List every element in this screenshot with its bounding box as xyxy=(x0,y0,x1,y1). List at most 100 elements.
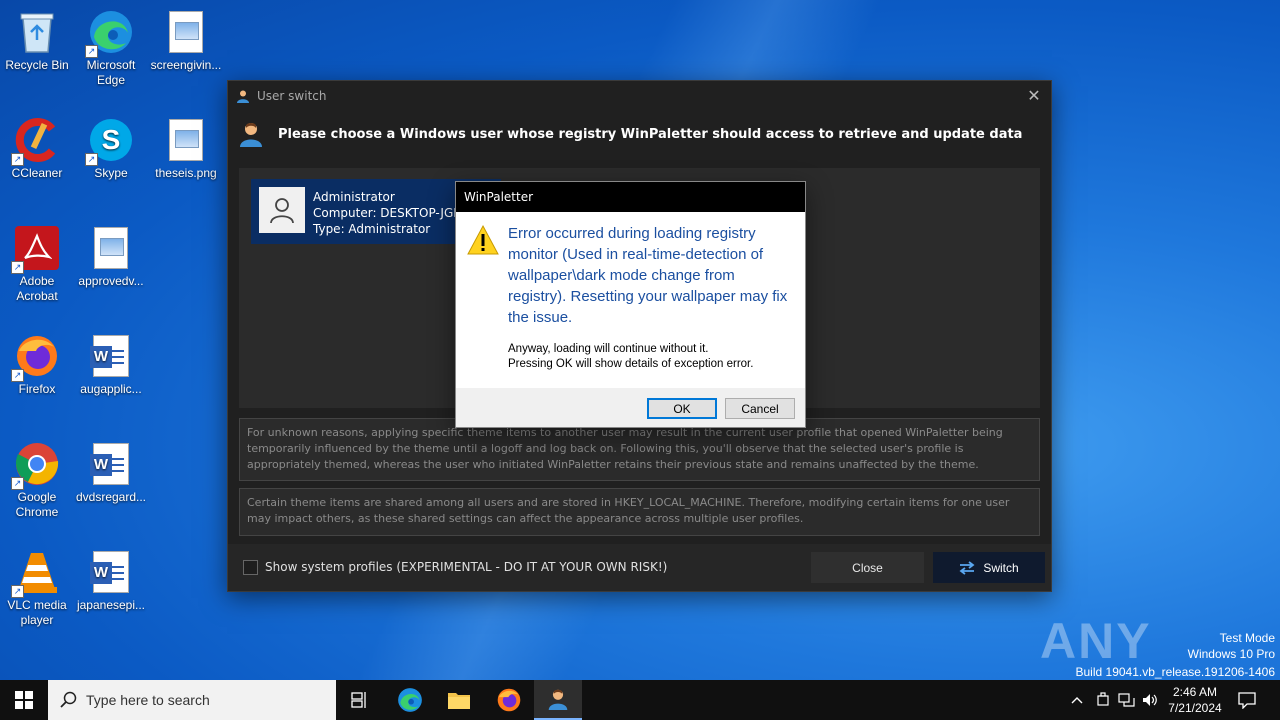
word-doc-icon: W xyxy=(87,440,135,488)
user-name: Administrator xyxy=(313,190,395,204)
user-type: Type: Administrator xyxy=(313,222,431,236)
desktop-icon-ccleaner[interactable]: ↗ CCleaner xyxy=(1,116,73,181)
chevron-up-icon xyxy=(1071,697,1083,704)
taskbar-search[interactable] xyxy=(48,680,336,720)
search-icon xyxy=(60,691,77,708)
search-input[interactable] xyxy=(86,692,316,708)
switch-button-label: Switch xyxy=(983,560,1019,575)
window-title: User switch xyxy=(257,89,327,103)
image-file-icon xyxy=(162,8,210,56)
test-mode-text: Test Mode xyxy=(1219,631,1275,645)
person-icon xyxy=(270,198,294,224)
user-icon xyxy=(548,689,568,710)
user-computer: Computer: DESKTOP-JGLL xyxy=(313,206,467,220)
desktop-icon-label: japanesepi... xyxy=(76,598,146,612)
window-close-icon[interactable]: ✕ xyxy=(1023,85,1045,107)
os-edition-text: Windows 10 Pro xyxy=(1187,647,1275,661)
warning-icon xyxy=(467,224,499,255)
taskbar-firefox[interactable] xyxy=(485,680,533,720)
desktop-icon-vlc[interactable]: ↗ VLC media player xyxy=(1,548,73,628)
taskbar-winpaletter[interactable] xyxy=(534,680,582,720)
desktop-icon-dvds-doc[interactable]: W dvdsregard... xyxy=(75,440,147,505)
network-button[interactable] xyxy=(1118,680,1136,720)
firefox-icon: ↗ xyxy=(11,332,61,382)
desktop-icon-label: Recycle Bin xyxy=(5,58,69,72)
show-hidden-icons-button[interactable] xyxy=(1070,680,1084,720)
notification-icon xyxy=(1238,692,1256,709)
desktop-icon-adobe-acrobat[interactable]: ↗ Adobe Acrobat xyxy=(1,224,73,304)
desktop-icon-skype[interactable]: S ↗ Skype xyxy=(75,116,147,181)
desktop-icon-label: screengivin... xyxy=(150,58,222,72)
desktop-icon-japanese-doc[interactable]: W japanesepi... xyxy=(75,548,147,613)
desktop-icon-recycle-bin[interactable]: Recycle Bin xyxy=(1,8,73,73)
volume-button[interactable] xyxy=(1141,680,1159,720)
image-file-icon xyxy=(162,116,210,164)
clock-date: 7/21/2024 xyxy=(1168,701,1222,715)
word-doc-icon: W xyxy=(87,332,135,380)
window-footer: Show system profiles (EXPERIMENTAL - DO … xyxy=(228,544,1051,591)
clock-time: 2:46 AM xyxy=(1172,685,1218,699)
folder-icon xyxy=(448,693,470,709)
dialog-detail-line1: Anyway, loading will continue without it… xyxy=(508,343,709,355)
windows-logo-icon xyxy=(15,691,33,709)
desktop-icon-label: Google Chrome xyxy=(15,490,59,519)
show-system-profiles-checkbox[interactable] xyxy=(243,560,258,575)
word-doc-icon: W xyxy=(87,548,135,596)
taskbar-file-explorer[interactable] xyxy=(435,680,483,720)
info-note-shared-items: Certain theme items are shared among all… xyxy=(239,488,1040,536)
desktop-icon-screengiving-image[interactable]: screengivin... xyxy=(150,8,222,73)
desktop-icon-microsoft-edge[interactable]: ↗ Microsoft Edge xyxy=(75,8,147,88)
dialog-title[interactable]: WinPaletter xyxy=(456,182,805,212)
swap-arrows-icon xyxy=(959,560,975,575)
user-icon xyxy=(237,90,249,103)
desktop-icon-label: augapplic... xyxy=(80,382,142,396)
desktop-icon-firefox[interactable]: ↗ Firefox xyxy=(1,332,73,397)
cancel-button[interactable]: Cancel xyxy=(725,398,795,419)
desktop-icon-label: dvdsregard... xyxy=(75,490,147,504)
chrome-icon: ↗ xyxy=(11,440,61,490)
ok-button[interactable]: OK xyxy=(647,398,717,419)
avatar xyxy=(259,187,305,233)
image-file-icon xyxy=(87,224,135,272)
desktop-icon-label: theseis.png xyxy=(155,166,217,180)
firefox-icon xyxy=(497,688,521,712)
window-titlebar[interactable]: User switch ✕ xyxy=(228,81,1051,111)
speaker-icon xyxy=(1143,694,1157,706)
desktop-icon-approved-image[interactable]: approvedv... xyxy=(75,224,147,289)
taskbar: 2:46 AM 7/21/2024 xyxy=(0,680,1280,720)
close-button[interactable]: Close xyxy=(811,552,924,583)
usb-device-icon xyxy=(1097,692,1109,706)
dialog-detail-line2: Pressing OK will show details of excepti… xyxy=(508,358,754,370)
tray-device-icon-button[interactable] xyxy=(1095,680,1111,720)
task-view-icon xyxy=(351,692,366,708)
desktop-icon-label: Firefox xyxy=(18,382,56,396)
acrobat-icon: ↗ xyxy=(11,224,61,274)
desktop-icon-label: VLC media player xyxy=(7,598,67,627)
recycle-bin-icon xyxy=(13,8,61,56)
desktop-icon-aug-doc[interactable]: W augapplic... xyxy=(75,332,147,397)
dialog-details: Anyway, loading will continue without it… xyxy=(508,342,793,372)
show-system-profiles-label[interactable]: Show system profiles (EXPERIMENTAL - DO … xyxy=(265,560,667,574)
switch-button[interactable]: Switch xyxy=(933,552,1045,583)
user-icon xyxy=(240,123,262,147)
desktop-icon-label: CCleaner xyxy=(11,166,63,180)
taskbar-edge[interactable] xyxy=(386,680,434,720)
error-dialog: WinPaletter Error occurred during loadin… xyxy=(455,181,806,428)
dialog-body: Error occurred during loading registry m… xyxy=(456,212,805,388)
taskbar-clock[interactable]: 2:46 AM 7/21/2024 xyxy=(1160,684,1230,716)
action-center-button[interactable] xyxy=(1238,680,1256,720)
desktop-icon-label: Microsoft Edge xyxy=(86,58,136,87)
desktop-icon-label: Skype xyxy=(94,166,128,180)
build-text: Build 19041.vb_release.191206-1406 xyxy=(1075,665,1276,679)
skype-icon: S ↗ xyxy=(85,116,135,166)
desktop-icon-label: Adobe Acrobat xyxy=(16,274,58,303)
network-icon xyxy=(1118,693,1135,707)
start-button[interactable] xyxy=(0,680,48,720)
desktop-icon-theseis-image[interactable]: theseis.png xyxy=(150,116,222,181)
task-view-button[interactable] xyxy=(336,680,384,720)
edge-icon: ↗ xyxy=(85,8,135,58)
desktop-icon-label: approvedv... xyxy=(78,274,144,288)
header-text: Please choose a Windows user whose regis… xyxy=(278,126,1023,142)
edge-icon xyxy=(398,688,422,712)
desktop-icon-google-chrome[interactable]: ↗ Google Chrome xyxy=(1,440,73,520)
